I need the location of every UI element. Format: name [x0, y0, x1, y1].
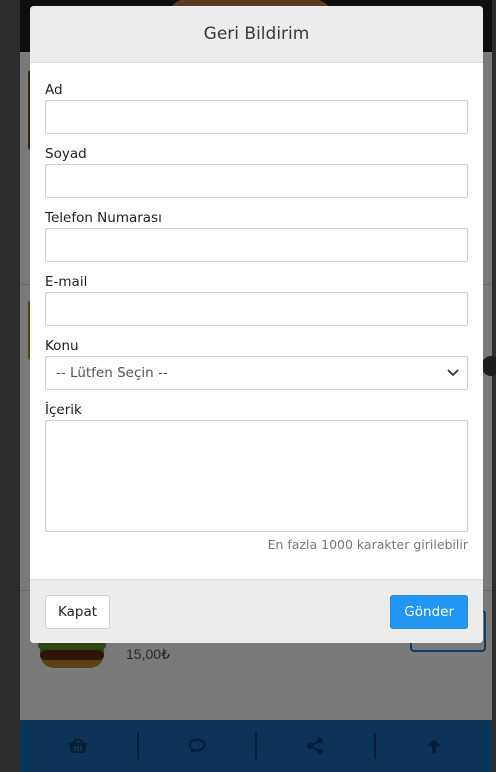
- last-name-input[interactable]: [45, 164, 468, 198]
- email-label: E-mail: [45, 274, 88, 290]
- modal-footer: Kapat Gönder: [30, 579, 483, 643]
- subject-select[interactable]: -- Lütfen Seçin --: [45, 356, 468, 390]
- first-name-label: Ad: [45, 82, 63, 98]
- phone-label: Telefon Numarası: [45, 210, 162, 226]
- send-button[interactable]: Gönder: [390, 594, 468, 629]
- phone-input[interactable]: [45, 228, 468, 262]
- close-button[interactable]: Kapat: [45, 594, 111, 629]
- content-textarea[interactable]: [45, 420, 468, 532]
- feedback-modal: Geri Bildirim Ad Soyad Telefon Numarası …: [30, 6, 483, 643]
- subject-selected-value: -- Lütfen Seçin --: [56, 365, 168, 381]
- content-help-text: En fazla 1000 karakter girilebilir: [267, 537, 468, 552]
- last-name-label: Soyad: [45, 146, 87, 162]
- modal-body: Ad Soyad Telefon Numarası E-mail Konu --…: [30, 63, 483, 579]
- email-input[interactable]: [45, 292, 468, 326]
- chevron-down-icon: [447, 369, 459, 377]
- modal-header: Geri Bildirim: [30, 6, 483, 63]
- subject-label: Konu: [45, 338, 79, 354]
- content-label: İçerik: [45, 402, 82, 418]
- modal-title: Geri Bildirim: [203, 24, 310, 44]
- first-name-input[interactable]: [45, 100, 468, 134]
